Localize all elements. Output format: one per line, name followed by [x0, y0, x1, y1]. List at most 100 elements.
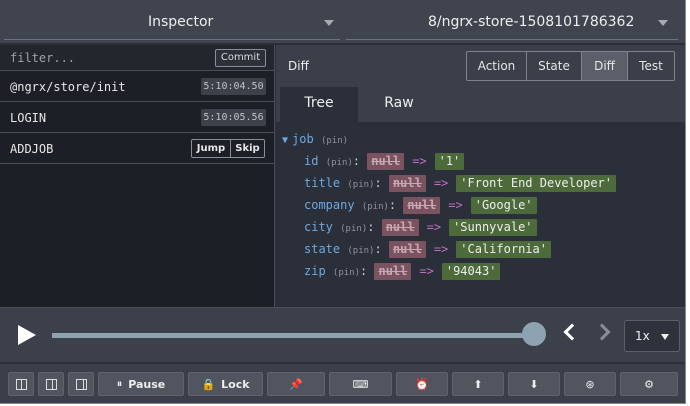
old-value: null — [381, 219, 419, 236]
gear-icon: ⚙ — [644, 377, 654, 391]
pin-label[interactable]: (pin) — [340, 224, 367, 234]
persist-button[interactable]: 📌 — [267, 372, 325, 396]
chevron-down-icon — [658, 20, 668, 26]
time-slider: 1x — [0, 307, 685, 362]
caret-down-icon — [661, 334, 669, 340]
view-tabs: Tree Raw — [276, 87, 685, 122]
action-item[interactable]: ADDJOB Jump Skip — [0, 133, 274, 164]
filter-input[interactable]: filter... — [10, 51, 75, 65]
upload-icon: ⬆ — [473, 377, 483, 391]
diff-tree: ▼ job (pin) id (pin): null => '1' title (pi… — [276, 122, 685, 307]
new-value: 'Sunnyvale' — [449, 219, 537, 236]
mode-tabs: Action State Diff Test — [466, 51, 675, 81]
pin-label[interactable]: (pin) — [362, 202, 389, 212]
layout-bottom-button[interactable] — [38, 372, 64, 396]
tab-tree[interactable]: Tree — [280, 87, 358, 122]
layout-right-icon — [75, 378, 87, 390]
layout-left-button[interactable] — [8, 372, 34, 396]
expand-triangle-icon[interactable]: ▼ — [282, 135, 288, 146]
pause-label: Pause — [128, 377, 166, 391]
pin-label[interactable]: (pin) — [347, 246, 374, 256]
tree-row: id (pin): null => '1' — [304, 153, 465, 173]
speed-select[interactable]: 1x — [624, 320, 680, 352]
old-value: null — [388, 241, 426, 258]
layout-right-button[interactable] — [68, 372, 94, 396]
new-value: 'Front End Developer' — [456, 175, 616, 192]
tree-row: title (pin): null => 'Front End Developer' — [304, 175, 616, 195]
pin-label[interactable]: (pin) — [333, 268, 360, 278]
dispatcher-button[interactable]: ⌨ — [329, 372, 392, 396]
action-time: 5:10:05.56 — [201, 109, 266, 126]
mode-state-button[interactable]: State — [526, 52, 581, 80]
settings-button[interactable]: ⚙ — [620, 372, 678, 396]
root-key: job — [292, 132, 314, 146]
mode-test-button[interactable]: Test — [627, 52, 674, 80]
commit-button[interactable]: Commit — [215, 49, 266, 67]
action-time: 5:10:04.50 — [201, 78, 266, 95]
instance-select[interactable]: Inspector — [4, 4, 340, 40]
filter-row: filter... Commit — [0, 45, 274, 71]
action-name: ADDJOB — [10, 142, 54, 156]
action-name: @ngrx/store/init — [10, 80, 126, 94]
skip-button[interactable]: Skip — [230, 140, 264, 157]
jump-button[interactable]: Jump — [192, 140, 230, 157]
old-value: null — [367, 153, 405, 170]
play-icon[interactable] — [18, 325, 36, 345]
keyboard-icon: ⌨ — [352, 377, 369, 391]
tree-row: zip (pin): null => '94043' — [304, 263, 501, 283]
monitor-header: Diff Action State Diff Test — [276, 45, 685, 87]
lock-button[interactable]: 🔒 Lock — [188, 372, 263, 396]
chevron-left-icon[interactable] — [563, 323, 581, 341]
new-value: '94043' — [441, 263, 501, 280]
jump-skip-group: Jump Skip — [191, 139, 265, 158]
store-select-label: 8/ngrx-store-1508101786362 — [428, 14, 635, 30]
speed-value: 1x — [635, 329, 650, 343]
old-value: null — [403, 197, 441, 214]
new-value: '1' — [434, 153, 465, 170]
redux-devtools-window: Inspector 8/ngrx-store-1508101786362 fil… — [0, 0, 686, 404]
import-button[interactable]: ⬇ — [508, 372, 560, 396]
store-select[interactable]: 8/ngrx-store-1508101786362 — [346, 4, 678, 40]
pause-icon: ⏸ — [116, 377, 123, 390]
chevron-down-icon — [324, 20, 334, 26]
layout-bottom-icon — [45, 378, 57, 390]
layout-left-icon — [15, 378, 27, 390]
mode-diff-button[interactable]: Diff — [581, 52, 627, 80]
new-value: 'California' — [456, 241, 551, 258]
broadcast-icon: ⊛ — [585, 377, 595, 391]
lock-icon: 🔒 — [201, 377, 216, 391]
old-value: null — [374, 263, 412, 280]
tree-row: company (pin): null => 'Google' — [304, 197, 537, 217]
pin-label[interactable]: (pin) — [321, 136, 348, 146]
pause-button[interactable]: ⏸ Pause — [98, 372, 184, 396]
lock-label: Lock — [221, 377, 250, 391]
inspector-monitor: Diff Action State Diff Test Tree Raw ▼ jo… — [276, 45, 685, 307]
download-icon: ⬇ — [529, 377, 539, 391]
slider-track[interactable] — [52, 333, 534, 338]
pin-label[interactable]: (pin) — [347, 180, 374, 190]
pin-icon: 📌 — [289, 377, 303, 391]
pin-label[interactable]: (pin) — [326, 158, 353, 168]
timer-off-icon: ⏰ — [415, 377, 429, 391]
chevron-right-icon[interactable] — [593, 323, 611, 341]
tab-raw[interactable]: Raw — [362, 87, 436, 122]
instance-select-label: Inspector — [148, 14, 214, 30]
stop-recording-button[interactable]: ⏰ — [396, 372, 448, 396]
tree-row: city (pin): null => 'Sunnyvale' — [304, 219, 537, 239]
action-item[interactable]: @ngrx/store/init 5:10:04.50 — [0, 71, 274, 102]
slider-fill — [52, 333, 534, 338]
bottom-toolbar: ⏸ Pause 🔒 Lock 📌 ⌨ ⏰ ⬆ ⬇ ⊛ ⚙ — [0, 363, 685, 403]
export-button[interactable]: ⬆ — [452, 372, 504, 396]
new-value: 'Google' — [470, 197, 537, 214]
old-value: null — [388, 175, 426, 192]
monitor-title: Diff — [288, 59, 309, 73]
action-item[interactable]: LOGIN 5:10:05.56 — [0, 102, 274, 133]
top-bar: Inspector 8/ngrx-store-1508101786362 — [0, 0, 685, 44]
action-name: LOGIN — [10, 111, 47, 125]
slider-thumb[interactable] — [522, 322, 546, 346]
remote-button[interactable]: ⊛ — [564, 372, 616, 396]
mode-action-button[interactable]: Action — [467, 52, 526, 80]
tree-root[interactable]: ▼ job (pin) — [282, 132, 348, 152]
tree-row: state (pin): null => 'California' — [304, 241, 551, 261]
action-list: filter... Commit @ngrx/store/init 5:10:0… — [0, 45, 275, 307]
